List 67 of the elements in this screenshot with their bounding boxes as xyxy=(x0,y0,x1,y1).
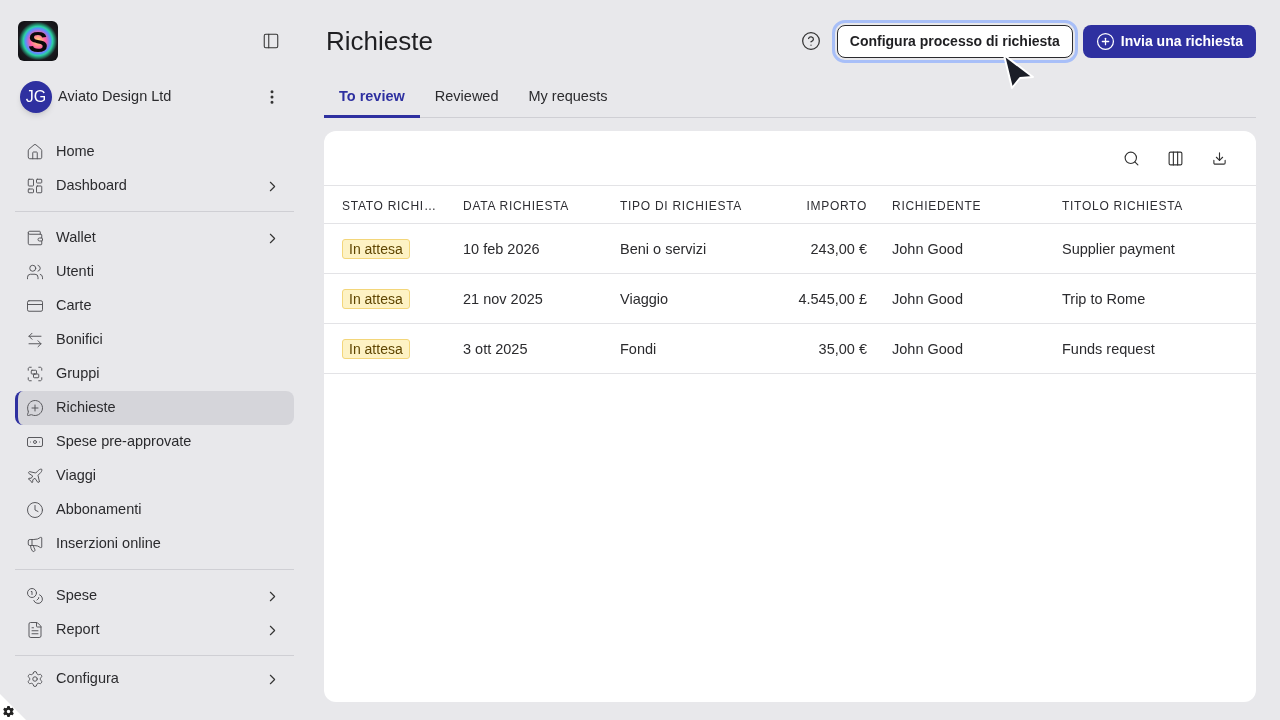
sidebar-toggle-icon[interactable] xyxy=(262,32,280,50)
column-header: TITOLO RICHIESTA xyxy=(1062,198,1184,213)
sidebar-item[interactable]: Inserzioni online xyxy=(15,527,294,561)
table-cell: John Good xyxy=(892,290,963,307)
table-cell: 35,00 € xyxy=(818,340,867,357)
column-header: STATO RICHI… xyxy=(342,198,437,213)
column-header: TIPO DI RICHIESTA xyxy=(620,198,743,213)
table-cell: 3 ott 2025 xyxy=(463,340,528,357)
status-badge: In attesa xyxy=(342,338,410,359)
account-name: Aviato Design Ltd xyxy=(58,87,173,107)
arrows-icon xyxy=(26,331,44,349)
help-icon[interactable] xyxy=(800,31,821,51)
sidebar-item[interactable]: Spese pre-approvate xyxy=(15,425,294,459)
sidebar-item[interactable]: Carte xyxy=(15,289,294,323)
sidebar-item[interactable]: Report xyxy=(15,613,294,647)
status-badge: In attesa xyxy=(342,238,410,259)
tab[interactable]: My requests xyxy=(513,78,623,118)
plane-icon xyxy=(26,467,44,485)
column-header: RICHIEDENTE xyxy=(892,198,982,213)
document-icon xyxy=(26,621,44,639)
tab[interactable]: Reviewed xyxy=(419,78,514,118)
table-cell: Viaggio xyxy=(620,290,669,307)
megaphone-icon xyxy=(26,535,44,553)
sidebar-item[interactable]: Viaggi xyxy=(15,459,294,493)
column-header: DATA RICHIESTA xyxy=(463,198,570,213)
house-icon xyxy=(26,143,44,161)
table-cell: Supplier payment xyxy=(1062,240,1175,257)
download-icon xyxy=(1211,150,1227,166)
sidebar-item[interactable]: Wallet xyxy=(15,221,294,255)
chat-plus-icon xyxy=(26,399,44,417)
table-cell: John Good xyxy=(892,240,963,257)
sidebar-item[interactable]: Utenti xyxy=(15,255,294,289)
table-cell: John Good xyxy=(892,340,963,357)
table-cell: Fondi xyxy=(620,340,657,357)
sidebar-item[interactable]: Dashboard xyxy=(15,169,294,203)
sidebar-item[interactable]: Home xyxy=(15,135,294,169)
table-cell: Funds request xyxy=(1062,340,1155,357)
clock-icon xyxy=(26,501,44,519)
table-cell: Beni o servizi xyxy=(620,240,707,257)
table-cell: 21 nov 2025 xyxy=(463,290,543,307)
sidebar-item[interactable]: Abbonamenti xyxy=(15,493,294,527)
sidebar-item[interactable]: Gruppi xyxy=(15,357,294,391)
gear-icon xyxy=(26,670,44,688)
card-icon xyxy=(26,297,44,315)
grid-icon xyxy=(26,177,44,195)
sidebar-item[interactable]: Richieste xyxy=(15,391,294,425)
table-cell: 243,00 € xyxy=(810,240,867,257)
coins-icon xyxy=(26,587,44,605)
columns-icon xyxy=(1166,149,1184,167)
status-badge: In attesa xyxy=(342,288,410,309)
selection-frame-icon xyxy=(26,365,44,383)
tab[interactable]: To review xyxy=(324,78,420,118)
sidebar-item[interactable]: Configura xyxy=(15,665,294,693)
sidebar-item[interactable]: Spese xyxy=(15,579,294,613)
search-icon xyxy=(1122,149,1140,167)
table-cell: 10 feb 2026 xyxy=(463,240,540,257)
column-header: IMPORTO xyxy=(806,198,867,213)
submit-request-button[interactable]: Invia una richiesta xyxy=(1082,24,1256,58)
wallet-icon xyxy=(26,229,44,247)
plus-circle-icon xyxy=(1095,31,1115,51)
users-icon xyxy=(26,263,44,281)
table-cell: Trip to Rome xyxy=(1062,290,1146,307)
logo[interactable]: S xyxy=(18,21,58,61)
page-title: Richieste xyxy=(325,24,433,58)
avatar: JG xyxy=(20,81,52,113)
table-cell: 4.545,00 £ xyxy=(798,290,867,307)
sidebar-item[interactable]: Bonifici xyxy=(15,323,294,357)
